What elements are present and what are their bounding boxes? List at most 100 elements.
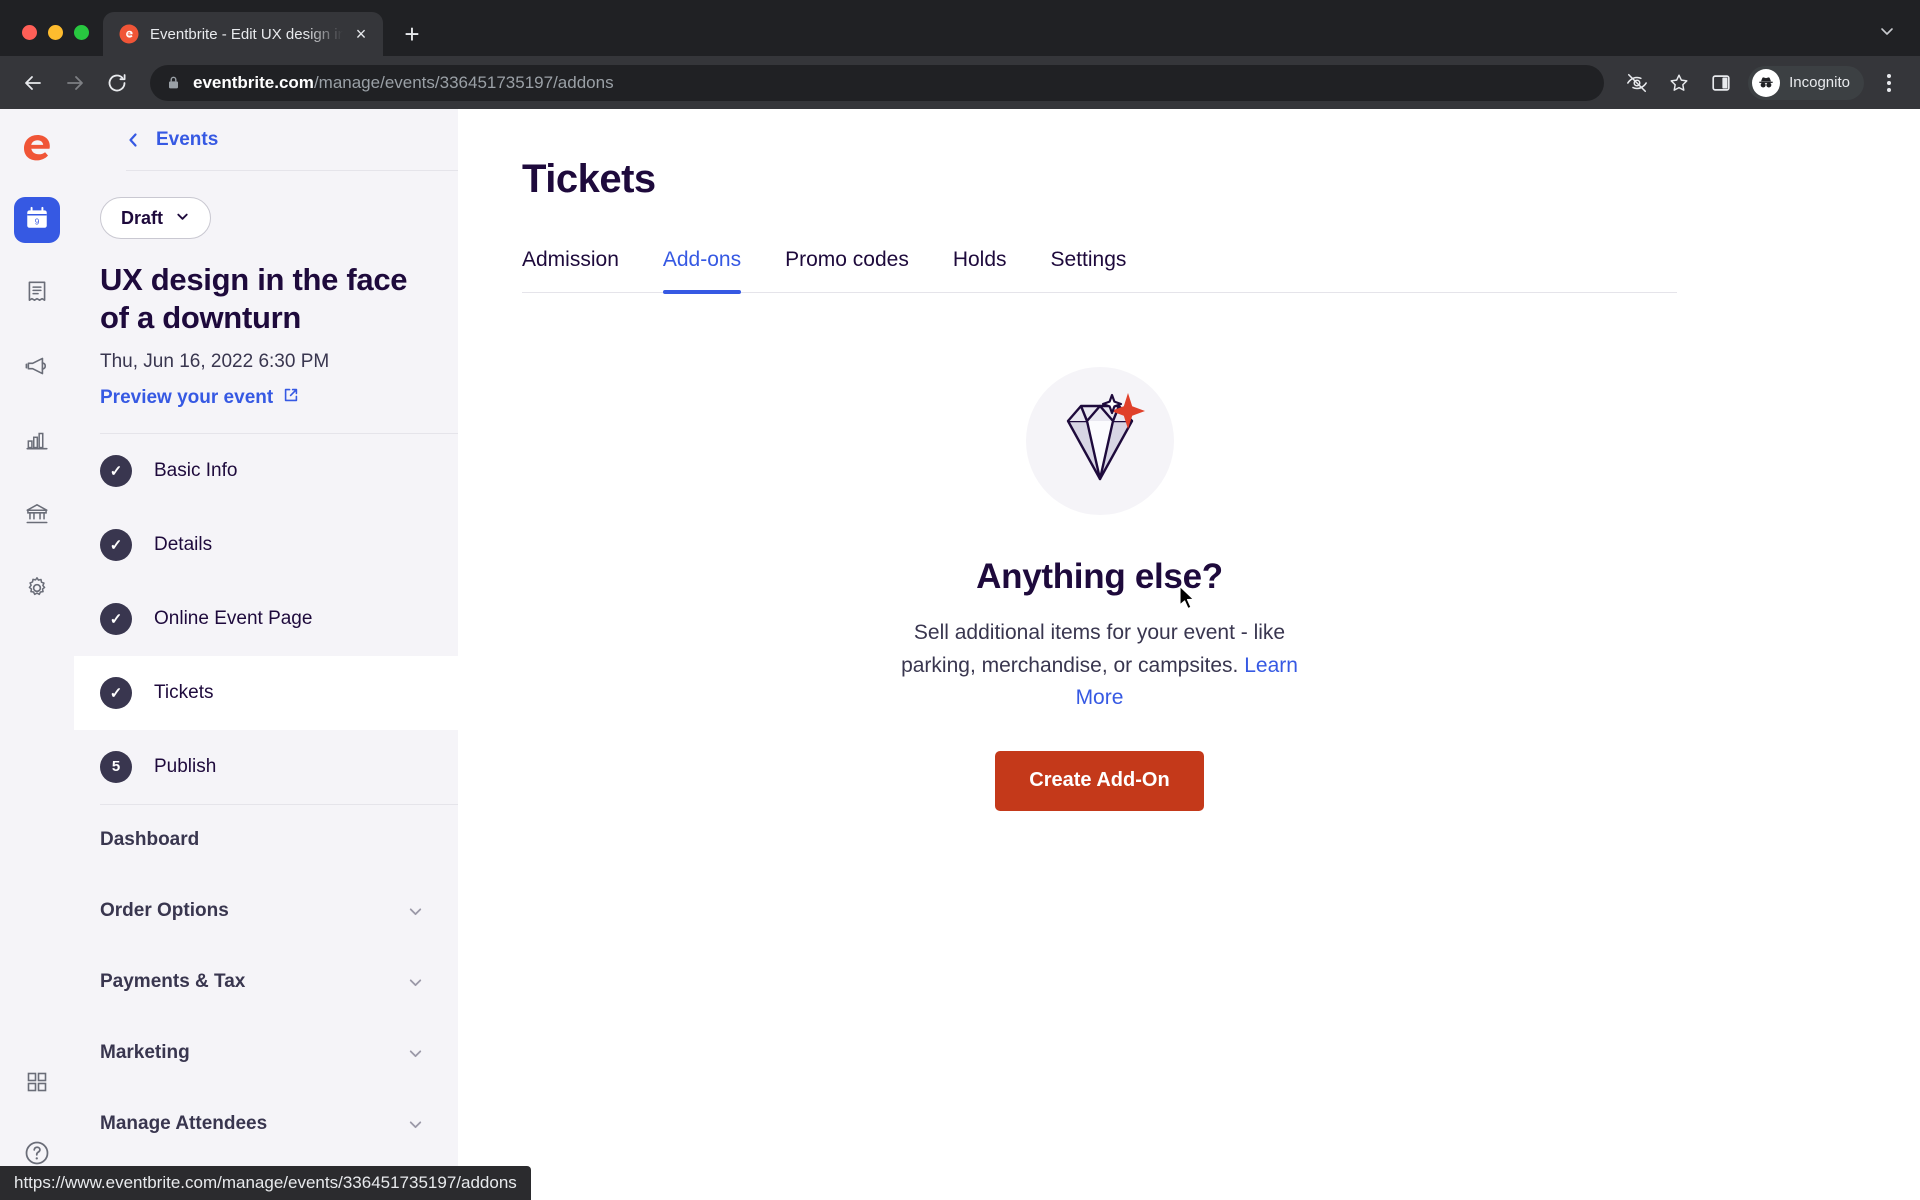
step-tickets[interactable]: ✓ Tickets bbox=[74, 655, 458, 730]
incognito-avatar-icon bbox=[1752, 68, 1781, 97]
apps-grid-icon[interactable] bbox=[25, 1070, 49, 1099]
event-status-label: Draft bbox=[121, 207, 164, 228]
app-icon-rail: 9 bbox=[0, 109, 74, 1200]
link-status-bar: https://www.eventbrite.com/manage/events… bbox=[0, 1166, 531, 1200]
tab-add-ons[interactable]: Add-ons bbox=[662, 248, 742, 294]
step-online-event-page[interactable]: ✓ Online Event Page bbox=[74, 582, 458, 656]
browser-tab[interactable]: Eventbrite - Edit UX design in t × bbox=[103, 12, 383, 56]
tracking-protection-off-icon[interactable] bbox=[1618, 64, 1656, 102]
empty-state-illustration bbox=[1025, 367, 1174, 515]
rail-item-calendar[interactable]: 9 bbox=[14, 197, 60, 243]
step-badge-check: ✓ bbox=[100, 676, 132, 709]
create-add-on-button[interactable]: Create Add-On bbox=[995, 750, 1204, 811]
step-label: Tickets bbox=[154, 681, 214, 703]
diamond-sparkle-icon bbox=[1044, 387, 1156, 496]
sidebar-back-row: Events bbox=[74, 109, 458, 171]
event-date: Thu, Jun 16, 2022 6:30 PM bbox=[100, 350, 330, 372]
browser-window: Eventbrite - Edit UX design in t × + eve… bbox=[0, 0, 1920, 1200]
chevron-down-icon bbox=[175, 208, 190, 229]
sidebar-item-label: Marketing bbox=[100, 1042, 190, 1064]
bar-chart-icon bbox=[24, 427, 50, 458]
chevron-down-icon bbox=[407, 1045, 424, 1062]
bookmark-star-icon[interactable] bbox=[1660, 64, 1698, 102]
event-status-dropdown[interactable]: Draft bbox=[100, 197, 212, 239]
rail-item-settings[interactable] bbox=[14, 567, 60, 613]
lock-icon bbox=[166, 75, 181, 90]
step-badge-check: ✓ bbox=[100, 602, 132, 635]
incognito-profile-button[interactable]: Incognito bbox=[1748, 65, 1864, 100]
step-badge-check: ✓ bbox=[100, 454, 132, 487]
page-content: 9 Events Draft UX design in the face of … bbox=[0, 109, 1920, 1200]
url-path: /manage/events/336451735197/addons bbox=[313, 72, 614, 92]
eventbrite-logo-icon[interactable] bbox=[15, 127, 59, 171]
addons-empty-state: Anything else? Sell additional items for… bbox=[522, 367, 1677, 811]
new-tab-button[interactable]: + bbox=[395, 17, 429, 51]
close-tab-button[interactable]: × bbox=[349, 22, 373, 46]
preview-event-link[interactable]: Preview your event bbox=[100, 387, 299, 409]
rail-item-marketing[interactable] bbox=[14, 345, 60, 391]
sidebar-item-manage-attendees[interactable]: Manage Attendees bbox=[74, 1089, 458, 1160]
tab-settings[interactable]: Settings bbox=[1051, 248, 1127, 292]
address-bar-url: eventbrite.com/manage/events/33645173519… bbox=[193, 73, 614, 93]
calendar-icon: 9 bbox=[24, 205, 50, 236]
minimize-window-button[interactable] bbox=[48, 25, 63, 40]
empty-state-heading: Anything else? bbox=[976, 557, 1223, 596]
step-label: Online Event Page bbox=[154, 607, 313, 629]
toolbar-right-group: Incognito bbox=[1618, 64, 1906, 102]
forward-button[interactable] bbox=[56, 64, 94, 102]
event-sidebar: Events Draft UX design in the face of a … bbox=[74, 109, 458, 1200]
chevron-down-icon bbox=[407, 1116, 424, 1133]
address-bar[interactable]: eventbrite.com/manage/events/33645173519… bbox=[150, 64, 1605, 101]
sidebar-item-order-options[interactable]: Order Options bbox=[74, 876, 458, 947]
browser-toolbar: eventbrite.com/manage/events/33645173519… bbox=[0, 56, 1920, 109]
sidebar-item-label: Dashboard bbox=[100, 829, 200, 851]
external-link-icon bbox=[283, 387, 299, 409]
tab-admission[interactable]: Admission bbox=[522, 248, 619, 292]
back-to-events-label: Events bbox=[156, 128, 219, 150]
main-content: Tickets Admission Add-ons Promo codes Ho… bbox=[458, 109, 1920, 1200]
step-basic-info[interactable]: ✓ Basic Info bbox=[74, 434, 458, 508]
sidebar-item-label: Payments & Tax bbox=[100, 971, 246, 993]
step-label: Details bbox=[154, 533, 213, 555]
step-publish[interactable]: 5 Publish bbox=[74, 730, 458, 804]
tab-holds[interactable]: Holds bbox=[953, 248, 1007, 292]
step-details[interactable]: ✓ Details bbox=[74, 508, 458, 582]
svg-text:9: 9 bbox=[35, 217, 40, 226]
close-window-button[interactable] bbox=[22, 25, 37, 40]
rail-item-orders[interactable] bbox=[14, 271, 60, 317]
sidebar-item-dashboard[interactable]: Dashboard bbox=[74, 805, 458, 876]
step-badge-check: ✓ bbox=[100, 528, 132, 561]
side-panel-icon[interactable] bbox=[1702, 64, 1740, 102]
tab-list-chevron-icon[interactable] bbox=[1878, 22, 1920, 56]
chrome-menu-button[interactable] bbox=[1872, 64, 1906, 102]
back-to-events-link[interactable]: Events bbox=[126, 109, 458, 171]
sidebar-item-label: Manage Attendees bbox=[100, 1113, 268, 1135]
incognito-label: Incognito bbox=[1789, 74, 1850, 91]
url-domain: eventbrite.com bbox=[193, 72, 314, 92]
maximize-window-button[interactable] bbox=[74, 25, 89, 40]
reload-button[interactable] bbox=[98, 64, 136, 102]
sidebar-item-payments-tax[interactable]: Payments & Tax bbox=[74, 947, 458, 1018]
sidebar-event-summary: Draft UX design in the face of a downtur… bbox=[74, 171, 458, 409]
step-badge-number: 5 bbox=[100, 750, 132, 783]
megaphone-icon bbox=[24, 353, 50, 384]
event-steps-list: ✓ Basic Info ✓ Details ✓ Online Event Pa… bbox=[74, 434, 458, 804]
chevron-down-icon bbox=[407, 974, 424, 991]
tickets-tabbar: Admission Add-ons Promo codes Holds Sett… bbox=[522, 248, 1677, 294]
tab-promo-codes[interactable]: Promo codes bbox=[785, 248, 909, 292]
chevron-down-icon bbox=[407, 903, 424, 920]
sidebar-item-marketing[interactable]: Marketing bbox=[74, 1018, 458, 1089]
sidebar-nav-list: Dashboard Order Options Payments & Tax M… bbox=[74, 805, 458, 1160]
gear-icon bbox=[24, 575, 50, 606]
browser-tabstrip: Eventbrite - Edit UX design in t × + bbox=[0, 0, 1920, 56]
rail-item-reports[interactable] bbox=[14, 419, 60, 465]
step-label: Basic Info bbox=[154, 459, 238, 481]
rail-item-finance[interactable] bbox=[14, 493, 60, 539]
rail-bottom-group bbox=[0, 1070, 74, 1172]
back-button[interactable] bbox=[14, 64, 52, 102]
eventbrite-favicon-icon bbox=[119, 24, 139, 44]
page-title: Tickets bbox=[522, 157, 656, 201]
event-title: UX design in the face of a downturn bbox=[100, 262, 408, 335]
step-label: Publish bbox=[154, 755, 217, 777]
empty-state-body: Sell additional items for your event - l… bbox=[885, 617, 1315, 715]
